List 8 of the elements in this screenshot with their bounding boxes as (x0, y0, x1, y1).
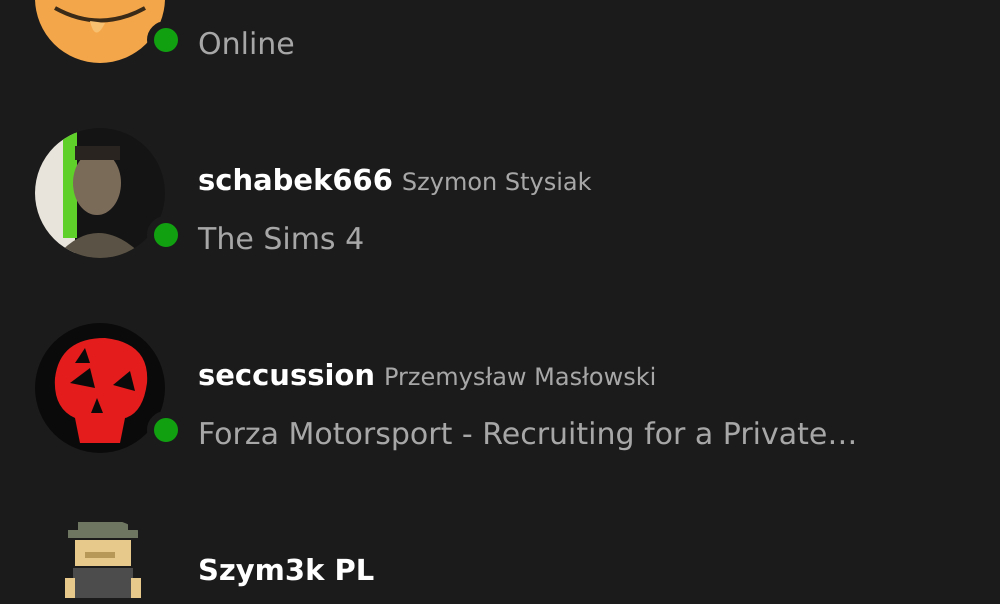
presence-status: The Sims 4 (198, 221, 366, 259)
real-name: Szymon Stysiak (402, 167, 592, 198)
real-name: Przemysław Masłowski (384, 362, 656, 393)
presence-status: Online (198, 26, 295, 64)
presence-status: Forza Motorsport - Recruiting for a Private… (198, 416, 858, 454)
gamertag: Szym3k PL (198, 552, 374, 589)
gamertag: schabek666 (198, 162, 393, 199)
gamertag: seccussion (198, 357, 375, 394)
